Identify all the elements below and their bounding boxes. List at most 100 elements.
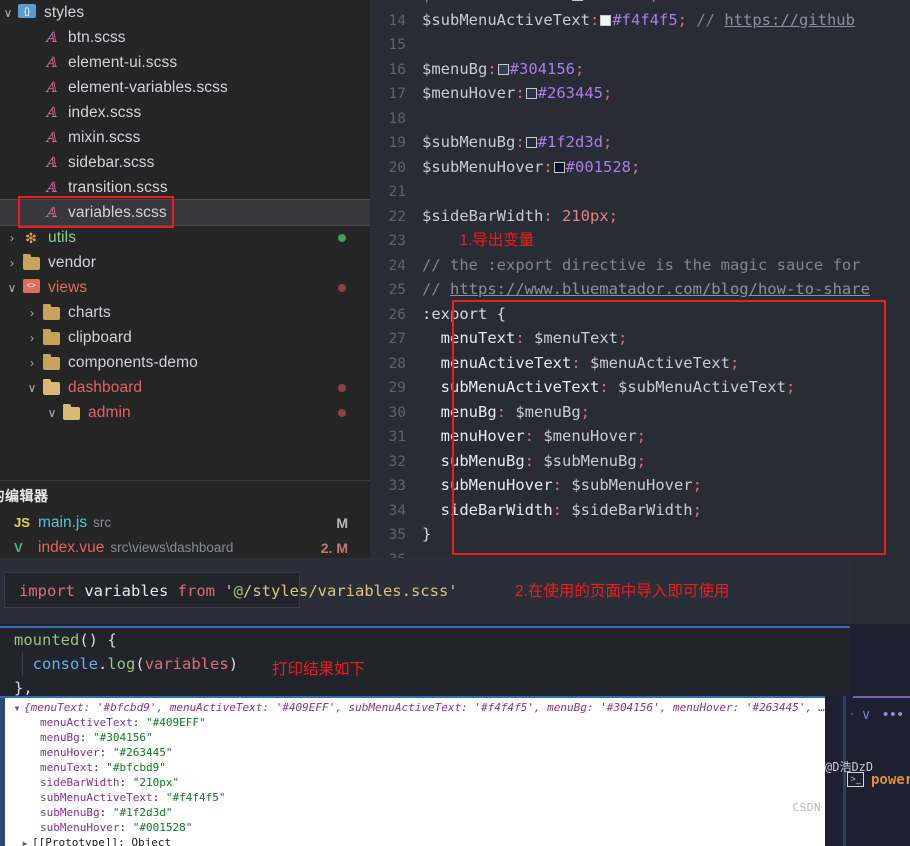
scss-file-icon: 𝔸 xyxy=(45,204,57,221)
tree-item-label: variables.scss xyxy=(68,203,167,221)
tree-item-admin[interactable]: ∨ admin xyxy=(0,400,370,425)
code-token: menuText xyxy=(422,329,516,347)
code-token: ; xyxy=(580,402,590,421)
color-swatch-icon[interactable] xyxy=(572,0,584,1)
code-token: // xyxy=(422,280,450,298)
open-editor-row[interactable]: JS main.js src M xyxy=(0,510,370,535)
chevron-right-icon[interactable]: › xyxy=(24,331,40,345)
code-line: 21 xyxy=(370,179,910,204)
chevron-right-icon[interactable]: › xyxy=(4,256,20,270)
import-statement-strip: import variables from '@/styles/variable… xyxy=(0,558,850,624)
code-token: $menuHover xyxy=(543,427,637,445)
screenshot-root: ∨{} styles 𝔸btn.scss 𝔸element-ui.scss 𝔸eleme… xyxy=(0,0,910,846)
console-prototype-row[interactable]: ▶ [[Prototype]]: Object xyxy=(10,835,825,846)
tree-item-clipboard[interactable]: › clipboard xyxy=(0,325,370,350)
dirty-badge: 2. M xyxy=(320,539,348,556)
console-property-row: sideBarWidth: "210px" xyxy=(10,775,825,790)
code-token: $subMenuBg xyxy=(543,451,637,470)
color-swatch-icon[interactable] xyxy=(525,88,537,99)
line-number: 14 xyxy=(388,12,406,29)
code-token: ' xyxy=(214,582,234,600)
more-actions-icon[interactable]: ••• xyxy=(883,706,905,723)
tree-item-label: index.scss xyxy=(68,103,142,121)
tree-item-label: utils xyxy=(48,228,77,246)
open-editor-filename: index.vue xyxy=(38,538,105,556)
tree-item-dashboard[interactable]: ∨ dashboard xyxy=(0,375,370,400)
code-token: ; xyxy=(603,133,613,151)
color-swatch-icon[interactable] xyxy=(553,161,565,173)
property-value: "#f4f4f5" xyxy=(165,791,226,804)
line-number: 27 xyxy=(388,331,406,347)
code-token: 210px xyxy=(562,206,609,225)
open-editor-row[interactable]: Vindex.vue src\views\dashboard 2. M xyxy=(0,535,370,560)
tree-item-sidebar-scss[interactable]: 𝔸sidebar.scss xyxy=(0,150,370,175)
tree-item-mixin-scss[interactable]: 𝔸mixin.scss xyxy=(0,125,370,150)
property-colon: : xyxy=(119,776,133,789)
tree-item-element-variables-scss[interactable]: 𝔸element-variables.scss xyxy=(0,75,370,100)
tree-item-label: btn.scss xyxy=(68,28,126,46)
terminal-label[interactable]: power xyxy=(871,772,910,788)
scss-file-icon: 𝔸 xyxy=(45,54,57,71)
tree-item-views[interactable]: ∨ <> views xyxy=(0,275,370,300)
scss-file-icon: 𝔸 xyxy=(45,104,57,121)
file-tree: ∨{} styles 𝔸btn.scss 𝔸element-ui.scss 𝔸eleme… xyxy=(0,0,370,425)
import-statement-code[interactable]: import variables from '@/styles/variable… xyxy=(4,572,458,608)
expand-triangle-down-icon[interactable]: ▼ xyxy=(10,701,24,716)
tree-item-transition-scss[interactable]: 𝔸transition.scss xyxy=(0,175,370,200)
expand-triangle-right-icon[interactable]: ▶ xyxy=(18,836,32,846)
scss-file-icon: 𝔸 xyxy=(45,179,57,196)
code-line: 29 subMenuActiveText: $subMenuActiveText… xyxy=(370,375,910,400)
color-swatch-icon[interactable] xyxy=(497,63,509,75)
tree-item-styles[interactable]: ∨{} styles xyxy=(0,0,370,25)
console-log-preview-row[interactable]: ▼ {menuText: '#bfcbd9', menuActiveText: '… xyxy=(10,700,825,715)
code-line: 14 $subMenuActiveText: #f4f4f5; // https:/… xyxy=(370,8,910,33)
color-swatch-icon[interactable] xyxy=(525,137,537,148)
chevron-right-icon[interactable]: › xyxy=(4,231,20,245)
code-token: $subMenuHover xyxy=(571,476,693,494)
code-token: $sideBarWidth xyxy=(571,500,693,519)
code-token: ; xyxy=(677,10,697,29)
line-number: 17 xyxy=(388,86,406,102)
code-editor-pane[interactable]: 13$menuActiveText:#409EFF;14$subMenuActi… xyxy=(370,0,910,560)
code-line: 18 xyxy=(370,106,910,131)
tree-item-btn-scss[interactable]: 𝔸btn.scss xyxy=(0,25,370,50)
property-value: "#263445" xyxy=(112,746,173,759)
tree-item-utils[interactable]: › ❇ utils xyxy=(0,225,370,250)
code-token: : xyxy=(552,476,572,494)
chevron-right-icon[interactable]: › xyxy=(24,306,40,320)
scss-file-icon: 𝔸 xyxy=(45,79,57,96)
code-token: sideBarWidth xyxy=(422,500,553,519)
line-number: 32 xyxy=(388,453,406,470)
code-line: 23 1.导出变量 xyxy=(370,228,910,253)
tree-item-element-ui-scss[interactable]: 𝔸element-ui.scss xyxy=(0,50,370,75)
tree-item-vendor[interactable]: › vendor xyxy=(0,250,370,275)
tree-item-components-demo[interactable]: › components-demo xyxy=(0,350,370,375)
open-editor-path: src xyxy=(93,515,112,530)
property-key: menuBg xyxy=(40,731,80,744)
code-line: 35} xyxy=(370,522,910,547)
code-token: subMenuHover xyxy=(422,476,553,494)
code-token: } xyxy=(422,525,432,543)
mounted-hook-pane[interactable]: mounted() { console.log(variables)}, 打印结… xyxy=(0,626,850,698)
styles-folder-icon: {} xyxy=(16,4,38,21)
code-token: #409EFF xyxy=(584,0,649,4)
code-token: ; xyxy=(618,329,628,347)
chevron-down-icon[interactable]: ∨ xyxy=(0,6,16,20)
color-swatch-icon[interactable] xyxy=(600,14,612,26)
code-token: $sideBarWidth xyxy=(422,206,544,225)
line-number: 28 xyxy=(388,355,406,372)
chevron-down-icon[interactable]: ∨ xyxy=(4,281,20,295)
devtools-console-panel[interactable]: ▼ {menuText: '#bfcbd9', menuActiveText: '… xyxy=(0,696,825,846)
vue-file-icon: V xyxy=(14,540,23,555)
console-watermark: CSDN xyxy=(792,801,821,814)
chevron-right-icon[interactable]: › xyxy=(24,356,40,370)
chevron-down-icon[interactable]: ∨ xyxy=(861,706,871,723)
chevron-down-icon[interactable]: ∨ xyxy=(24,381,40,395)
chevron-down-icon[interactable]: ∨ xyxy=(44,406,60,420)
code-token: : xyxy=(487,59,497,78)
scss-file-icon: 𝔸 xyxy=(45,129,57,146)
code-token: : xyxy=(496,402,516,421)
tree-item-variables-scss[interactable]: 𝔸variables.scss xyxy=(0,199,370,226)
tree-item-index-scss[interactable]: 𝔸index.scss xyxy=(0,100,370,125)
tree-item-charts[interactable]: › charts xyxy=(0,300,370,325)
